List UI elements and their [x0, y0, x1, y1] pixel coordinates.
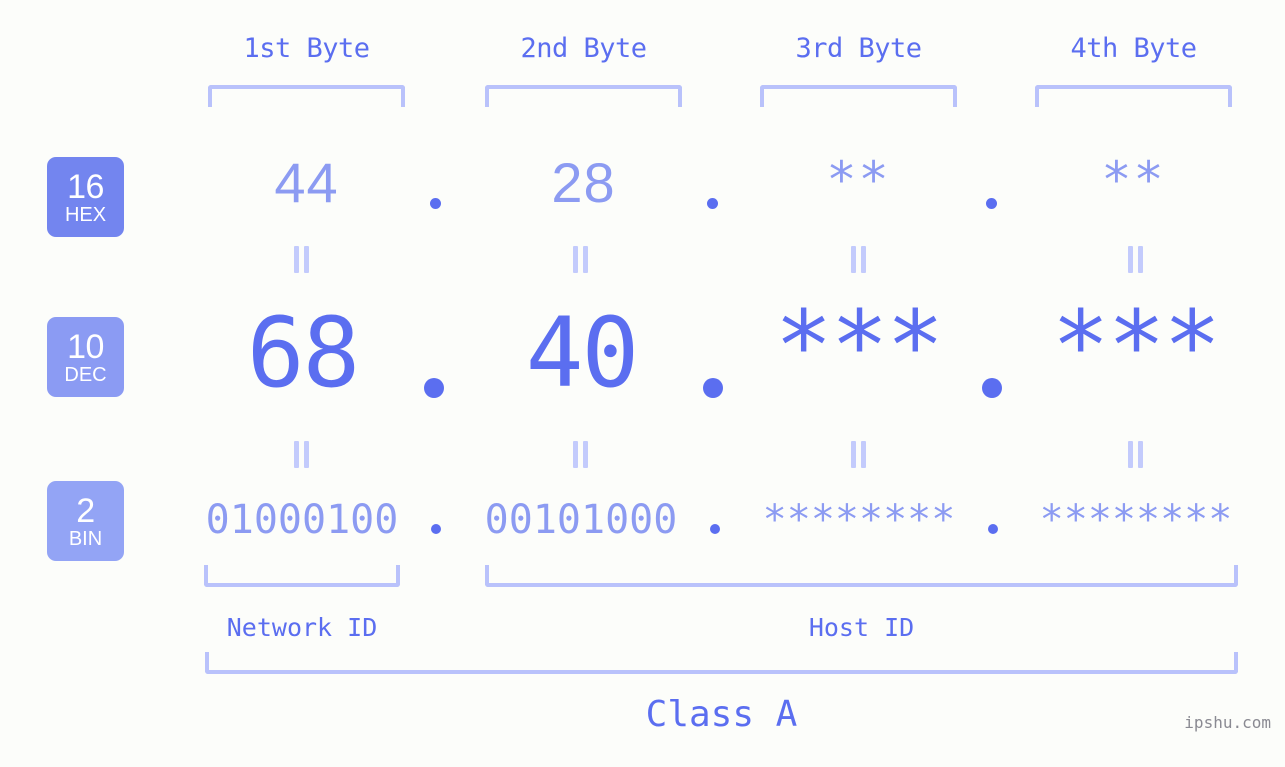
hex-byte-2-value: 28 [551, 151, 616, 214]
byte-bracket-1 [208, 85, 405, 107]
bin-byte-2-value: 00101000 [484, 497, 678, 543]
bin-separator-dot-1 [431, 524, 441, 534]
dec-separator-dot-2 [703, 378, 723, 398]
hex-byte-4-value: ** [1101, 151, 1166, 209]
dec-separator-dot-1 [424, 378, 444, 398]
base-badge-bin-label: BIN [68, 527, 103, 550]
dec-separator-dot-3 [982, 378, 1002, 398]
class-bracket [205, 652, 1238, 674]
hex-byte-1-value: 44 [274, 151, 339, 214]
byte-header-2: 2nd Byte [520, 33, 647, 64]
hex-separator-dot-2 [707, 198, 718, 209]
equals-mark-dec-bin-4 [1128, 441, 1144, 468]
byte-bracket-3 [760, 85, 957, 107]
network-id-bracket [204, 565, 400, 587]
bin-byte-1-value: 01000100 [205, 497, 399, 543]
equals-mark-dec-bin-1 [294, 441, 310, 468]
base-badge-hex-label: HEX [64, 203, 107, 226]
network-id-label: Network ID [226, 613, 378, 642]
base-badge-hex[interactable]: 16 HEX [47, 157, 124, 237]
bin-byte-3-value: ******** [762, 497, 956, 543]
bin-separator-dot-3 [988, 524, 998, 534]
equals-mark-dec-bin-3 [851, 441, 867, 468]
equals-mark-hex-dec-2 [573, 246, 589, 273]
class-label: Class A [645, 694, 798, 735]
host-id-label: Host ID [808, 613, 915, 642]
ip-byte-breakdown-diagram: 1st Byte 2nd Byte 3rd Byte 4th Byte 16 H… [0, 0, 1285, 767]
base-badge-bin[interactable]: 2 BIN [47, 481, 124, 561]
hex-byte-3-value: ** [826, 151, 891, 209]
bin-byte-4-value: ******** [1039, 497, 1233, 543]
equals-mark-dec-bin-2 [573, 441, 589, 468]
base-badge-dec-number: 10 [67, 327, 104, 366]
byte-bracket-2 [485, 85, 682, 107]
host-id-bracket [485, 565, 1238, 587]
hex-separator-dot-1 [430, 198, 441, 209]
base-badge-dec[interactable]: 10 DEC [47, 317, 124, 397]
bin-separator-dot-2 [710, 524, 720, 534]
dec-byte-4-value: *** [1051, 290, 1221, 402]
equals-mark-hex-dec-3 [851, 246, 867, 273]
site-watermark: ipshu.com [1184, 713, 1271, 732]
dec-byte-1-value: 68 [246, 297, 361, 409]
byte-header-4: 4th Byte [1070, 33, 1197, 64]
hex-separator-dot-3 [986, 198, 997, 209]
equals-mark-hex-dec-1 [294, 246, 310, 273]
dec-byte-3-value: *** [774, 290, 944, 402]
byte-bracket-4 [1035, 85, 1232, 107]
base-badge-dec-label: DEC [64, 363, 107, 386]
dec-byte-2-value: 40 [525, 297, 640, 409]
base-badge-hex-number: 16 [67, 167, 104, 206]
equals-mark-hex-dec-4 [1128, 246, 1144, 273]
byte-header-1: 1st Byte [243, 33, 370, 64]
base-badge-bin-number: 2 [76, 491, 95, 530]
byte-header-3: 3rd Byte [795, 33, 922, 64]
